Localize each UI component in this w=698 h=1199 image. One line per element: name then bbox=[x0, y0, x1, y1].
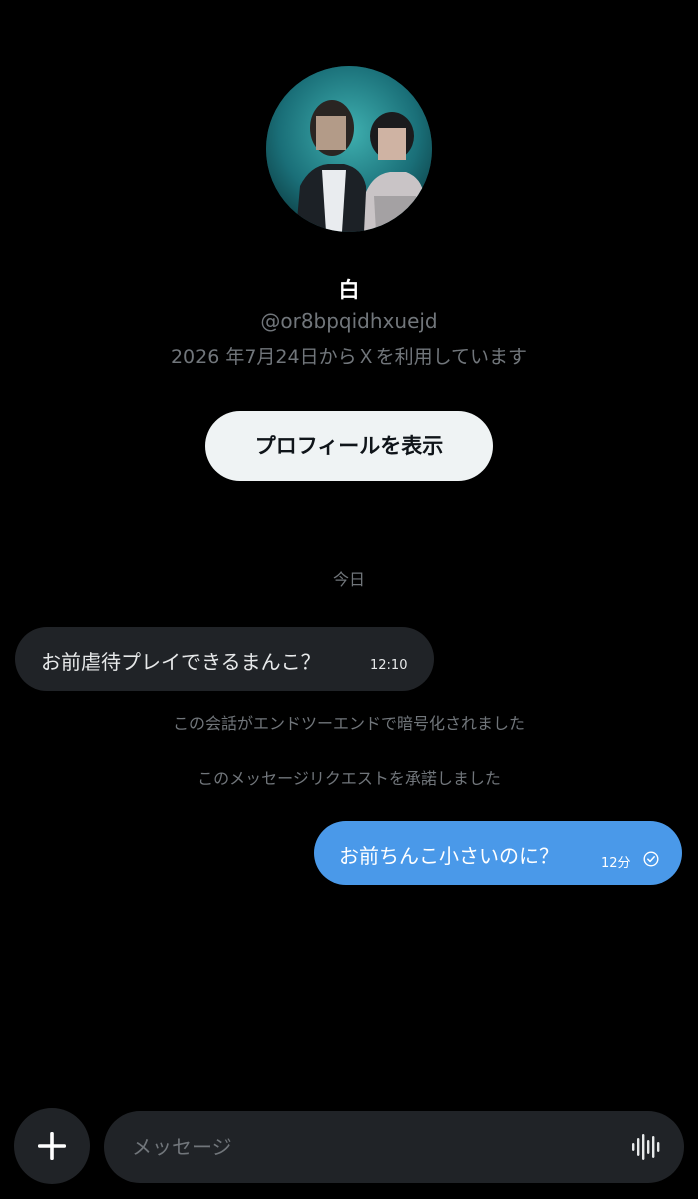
date-separator: 今日 bbox=[332, 570, 365, 589]
profile-display-name: 白 bbox=[338, 278, 360, 302]
request-accepted-notice: このメッセージリクエストを承諾しました bbox=[197, 769, 501, 788]
incoming-message-bubble[interactable]: お前虐待プレイできるまんこ？ 12:10 bbox=[15, 627, 434, 691]
message-text: お前虐待プレイできるまんこ？ bbox=[41, 650, 321, 674]
view-profile-button[interactable]: プロフィールを表示 bbox=[205, 411, 493, 481]
message-timestamp: 12分 bbox=[601, 856, 631, 871]
encryption-notice: この会話がエンドツーエンドで暗号化されました bbox=[172, 714, 525, 733]
message-timestamp: 12:10 bbox=[370, 658, 408, 673]
message-input[interactable] bbox=[132, 1111, 602, 1183]
add-attachment-button[interactable] bbox=[14, 1108, 90, 1184]
message-text: お前ちんこ小さいのに？ bbox=[339, 844, 559, 868]
profile-joined-date: 2026 年7月24日からＸを利用しています bbox=[170, 346, 528, 368]
profile-handle: @or8bpqidhxuejd bbox=[260, 309, 438, 333]
message-composer bbox=[104, 1111, 684, 1183]
plus-icon bbox=[38, 1132, 66, 1160]
profile-avatar[interactable] bbox=[266, 66, 432, 232]
outgoing-message-bubble[interactable]: お前ちんこ小さいのに？ 12分 bbox=[314, 821, 682, 885]
voice-waveform-icon[interactable] bbox=[630, 1131, 662, 1163]
check-circle-icon bbox=[643, 851, 659, 867]
